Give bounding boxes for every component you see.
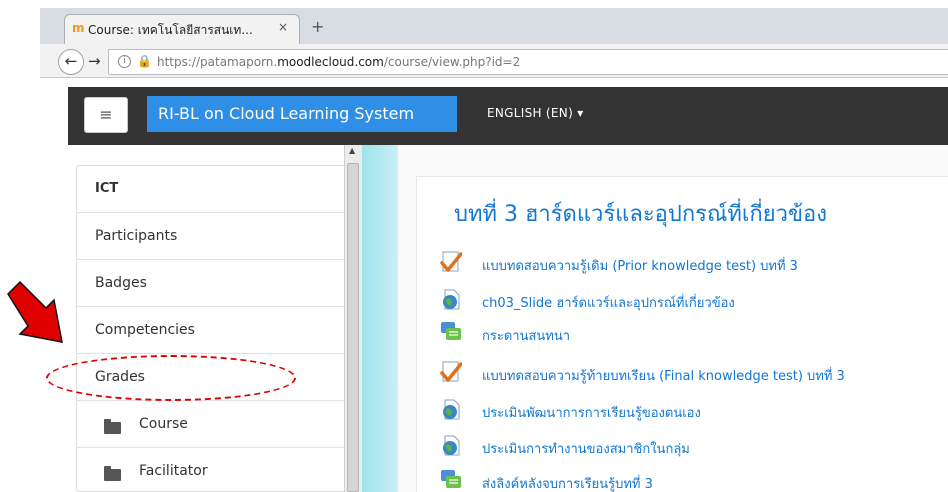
caret-down-icon: ▾ <box>577 106 584 120</box>
tab-title: Course: เทคโนโลยีสารสนเท... <box>88 23 253 37</box>
back-arrow-icon[interactable]: ← <box>58 49 84 75</box>
screenshot-stage: m Course: เทคโนโลยีสารสนเท... × + ← → i … <box>0 0 948 492</box>
activity-link[interactable]: แบบทดสอบความรู้ท้ายบทเรียน (Final knowle… <box>482 365 845 386</box>
scrollbar-thumb[interactable] <box>347 163 359 492</box>
forum-icon <box>441 322 461 340</box>
quiz-check-icon <box>440 251 462 272</box>
url-domain: moodlecloud.com <box>277 55 384 69</box>
activity-link[interactable]: กระดานสนทนา <box>482 325 570 346</box>
folder-icon <box>104 466 121 481</box>
nav-item-course-ict[interactable]: ICT <box>77 166 351 213</box>
url-path: /course/view.php?id=2 <box>383 55 521 69</box>
lock-icon[interactable]: 🔒 <box>137 54 152 68</box>
moodle-favicon-icon: m <box>72 21 85 35</box>
language-label: ENGLISH (EN) <box>487 106 574 120</box>
folder-icon <box>104 419 121 434</box>
nav-item-participants[interactable]: Participants <box>77 213 351 260</box>
tab-close-icon[interactable]: × <box>278 20 288 34</box>
url-text[interactable]: https://patamaporn.moodlecloud.com/cours… <box>157 55 520 69</box>
red-arrow-annotation <box>7 280 63 343</box>
page-background-band <box>362 145 398 492</box>
activity-link[interactable]: ส่งลิงค์หลังจบการเรียนรู้บทที่ 3 <box>482 473 653 492</box>
nav-item-competencies[interactable]: Competencies <box>77 307 351 354</box>
activity-link[interactable]: ประเมินพัฒนาการการเรียนรู้ของตนเอง <box>482 402 701 423</box>
url-globe-icon <box>443 399 460 420</box>
scroll-up-arrow-icon[interactable]: ▲ <box>349 146 355 155</box>
activity-link[interactable]: ประเมินการทำงานของสมาชิกในกลุ่ม <box>482 438 690 459</box>
activity-link[interactable]: แบบทดสอบความรู้เดิม (Prior knowledge tes… <box>482 255 798 276</box>
nav-subitem-label: Facilitator <box>139 463 208 479</box>
menu-toggle-button[interactable]: ≡ <box>84 97 128 133</box>
nav-subitem-label: Course <box>139 416 188 432</box>
url-globe-icon <box>443 435 460 456</box>
url-globe-icon <box>443 289 460 310</box>
quiz-check-icon <box>440 361 462 382</box>
info-icon[interactable]: i <box>118 55 131 68</box>
nav-item-badges[interactable]: Badges <box>77 260 351 307</box>
forward-arrow-icon[interactable]: → <box>88 52 101 70</box>
site-brand-link[interactable]: RI-BL on Cloud Learning System <box>147 96 457 132</box>
new-tab-button[interactable]: + <box>311 17 324 36</box>
red-circle-annotation <box>46 355 296 401</box>
activity-link[interactable]: ch03_Slide ฮาร์ดแวร์และอุปกรณ์ที่เกี่ยวข… <box>482 292 735 313</box>
language-menu[interactable]: ENGLISH (EN) ▾ <box>487 106 584 120</box>
section-title: บทที่ 3 ฮาร์ดแวร์และอุปกรณ์ที่เกี่ยวข้อง <box>454 202 827 227</box>
forum-icon <box>441 470 461 488</box>
url-prefix: https://patamaporn. <box>157 55 278 69</box>
